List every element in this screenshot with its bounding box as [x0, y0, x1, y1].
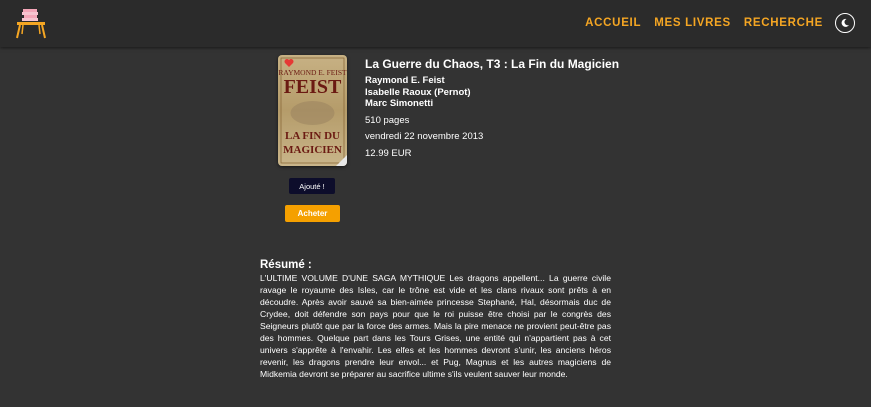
price: 12.99 EUR	[365, 147, 412, 159]
nav-link-mes-livres[interactable]: MES LIVRES	[654, 17, 731, 29]
buy-button[interactable]: Acheter	[285, 205, 340, 222]
summary-text: L'ULTIME VOLUME D'UNE SAGA MYTHIQUE Les …	[260, 273, 611, 379]
page-count: 510 pages	[365, 114, 410, 126]
author-1[interactable]: Raymond E. Feist	[365, 75, 665, 87]
book-info: La Guerre du Chaos, T3 : La Fin du Magic…	[365, 57, 665, 162]
nav-link-accueil[interactable]: ACCUEIL	[585, 17, 641, 29]
book-cover[interactable]: RAYMOND E. FEIST FEIST LA FIN DU MAGICIE…	[278, 55, 347, 166]
book-title: La Guerre du Chaos, T3 : La Fin du Magic…	[365, 57, 620, 71]
moon-icon	[841, 18, 849, 27]
author-2[interactable]: Isabelle Raoux (Pernot)	[365, 87, 665, 99]
summary-section: Résumé : L'ULTIME VOLUME D'UNE SAGA MYTH…	[260, 259, 611, 380]
added-badge: Ajouté !	[289, 178, 335, 194]
svg-text:FEIST: FEIST	[284, 76, 342, 98]
navbar: ACCUEIL MES LIVRES RECHERCHE	[0, 0, 871, 47]
svg-text:LA FIN DU: LA FIN DU	[285, 130, 340, 142]
nav-link-recherche[interactable]: RECHERCHE	[744, 17, 823, 29]
summary-label: Résumé :	[260, 259, 312, 271]
svg-text:MAGICIEN: MAGICIEN	[283, 144, 342, 156]
heart-icon[interactable]	[284, 58, 294, 68]
book-cover-image: RAYMOND E. FEIST FEIST LA FIN DU MAGICIE…	[278, 55, 347, 166]
stacked-books-on-table-icon[interactable]	[14, 6, 48, 40]
nav-links: ACCUEIL MES LIVRES RECHERCHE	[585, 17, 823, 29]
publication-date: vendredi 22 novembre 2013	[365, 131, 484, 142]
theme-toggle-button[interactable]	[835, 13, 855, 33]
author-3[interactable]: Marc Simonetti	[365, 98, 665, 110]
